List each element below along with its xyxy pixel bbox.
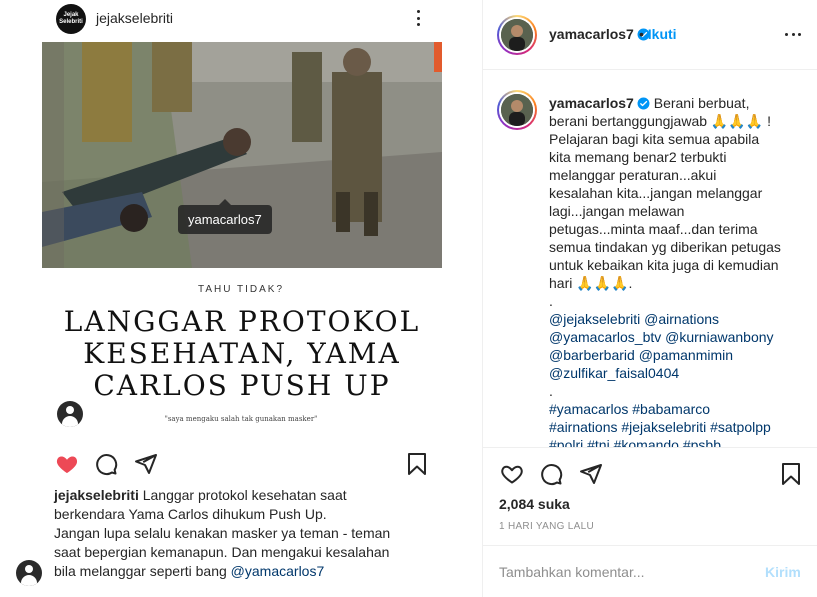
avatar-photo xyxy=(501,19,533,51)
caption-username[interactable]: yamacarlos7 xyxy=(549,95,634,111)
post-header: yamacarlos7 • Ikuti xyxy=(483,0,817,70)
author-username[interactable]: yamacarlos7 xyxy=(549,26,650,42)
comment-input[interactable] xyxy=(499,562,749,582)
caption-hashtags[interactable]: #polri #tni #komando #psbb xyxy=(549,436,803,447)
bookmark-icon[interactable] xyxy=(780,462,802,486)
photo-scene xyxy=(42,42,442,268)
caption-username[interactable]: jejakselebriti xyxy=(54,487,139,503)
share-icon[interactable] xyxy=(134,452,158,476)
heart-outline-icon[interactable] xyxy=(499,462,525,486)
more-icon[interactable] xyxy=(785,33,801,37)
pray-emoji: 🙏🙏🙏 xyxy=(576,275,629,291)
post-action-bar xyxy=(483,449,817,497)
follow-button[interactable]: • Ikuti xyxy=(639,26,677,42)
media-action-bar xyxy=(54,452,434,478)
avatar[interactable] xyxy=(16,560,42,586)
headline: LANGGAR PROTOKOL KESEHATAN, YAMA CARLOS … xyxy=(63,305,421,402)
kicker-text: TAHU TIDAK? xyxy=(197,284,285,295)
caption-mentions[interactable]: @jejakselebriti @airnations xyxy=(549,310,803,328)
more-icon[interactable] xyxy=(410,6,426,30)
post-caption: yamacarlos7 Berani berbuat, berani berta… xyxy=(549,94,803,447)
author-avatar[interactable] xyxy=(497,15,537,55)
avatar-photo xyxy=(501,94,533,126)
heart-filled-icon[interactable] xyxy=(54,452,80,476)
post-viewer: Jejak Selebriti jejakselebriti yamacarlo… xyxy=(0,0,817,597)
send-comment-button[interactable]: Kirim xyxy=(765,564,801,580)
comment-icon[interactable] xyxy=(94,452,118,476)
avatar[interactable] xyxy=(57,401,83,427)
pray-emoji: 🙏🙏🙏 xyxy=(710,113,764,129)
media-username[interactable]: jejakselebriti xyxy=(96,10,173,26)
post-timestamp[interactable]: 1 HARI YANG LALU xyxy=(499,521,594,532)
verified-badge-icon xyxy=(637,97,650,110)
quote-text: "saya mengaku salah tak gunakan masker" xyxy=(164,415,318,423)
comment-box: Kirim xyxy=(483,545,817,597)
like-count[interactable]: 2,084 suka xyxy=(499,496,570,512)
post-sidebar: yamacarlos7 • Ikuti yamacarlos7 Berani b… xyxy=(482,0,817,597)
caption-scroll-area[interactable]: yamacarlos7 Berani berbuat, berani berta… xyxy=(483,70,817,448)
caption-hashtags[interactable]: #yamacarlos #babamarco xyxy=(549,400,803,418)
caption-mentions[interactable]: @yamacarlos_btv @kurniawanbony xyxy=(549,328,803,346)
caption-mentions[interactable]: @zulfikar_faisal0404 xyxy=(549,364,803,382)
post-media: Jejak Selebriti jejakselebriti yamacarlo… xyxy=(0,0,482,597)
user-tag[interactable]: yamacarlos7 xyxy=(178,199,272,234)
share-icon[interactable] xyxy=(579,462,603,486)
jejak-logo[interactable]: Jejak Selebriti xyxy=(56,4,86,34)
caption-mention[interactable]: @yamacarlos7 xyxy=(231,563,325,579)
author-avatar[interactable] xyxy=(497,90,537,130)
caption-hashtags[interactable]: #airnations #jejakselebriti #satpolpp xyxy=(549,418,803,436)
caption-mentions[interactable]: @barberbarid @pamanmimin xyxy=(549,346,803,364)
post-photo[interactable]: yamacarlos7 xyxy=(42,42,442,268)
bookmark-icon[interactable] xyxy=(406,452,428,476)
media-header: Jejak Selebriti jejakselebriti xyxy=(0,0,482,40)
comment-icon[interactable] xyxy=(539,462,563,486)
media-caption: jejakselebriti Langgar protokol kesehata… xyxy=(54,487,391,579)
